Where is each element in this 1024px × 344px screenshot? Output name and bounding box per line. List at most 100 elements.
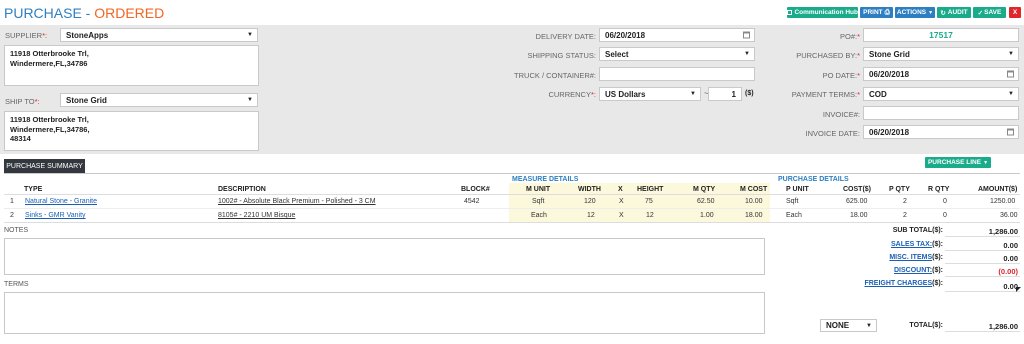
freight-row: FREIGHT CHARGES($): (864, 280, 943, 287)
row-divider (4, 208, 1020, 209)
p-unit: Sqft (786, 198, 799, 205)
header-divider (4, 194, 1020, 195)
sub-total-label: SUB TOTAL($): (892, 227, 943, 234)
ship-to-select[interactable]: Stone Grid ▼ (60, 93, 258, 107)
purchase-line-label: PURCHASE LINE (927, 159, 982, 166)
col-block: BLOCK# (461, 186, 490, 193)
audit-button[interactable]: ↻ AUDIT (937, 7, 971, 18)
terms-textarea[interactable] (4, 292, 765, 334)
discount-value: (0.00) (945, 267, 1020, 277)
supplier-address[interactable]: 11918 Otterbrooke Trl, Windermere,FL,347… (4, 45, 259, 86)
invoice-date-label: INVOICE DATE: (805, 129, 860, 138)
purchase-line-button[interactable]: PURCHASE LINE ▼ (925, 157, 991, 168)
ship-to-address[interactable]: 11918 Otterbrooke Trl, Windermere,FL,347… (4, 111, 259, 151)
sub-total-value: 1,286.00 (945, 227, 1020, 237)
calendar-icon (1007, 128, 1014, 136)
po-date-input[interactable]: 06/20/2018 (863, 67, 1019, 81)
sales-tax-link[interactable]: SALES TAX: (891, 241, 932, 248)
save-button[interactable]: ✓ SAVE (973, 7, 1006, 18)
row-number: 1 (10, 198, 14, 205)
print-button[interactable]: PRINT ⎙ (860, 7, 893, 18)
r-qty: 0 (943, 212, 947, 219)
payment-terms-select[interactable]: COD ▼ (863, 87, 1019, 101)
communication-hub-button[interactable]: Communication Hub (787, 7, 858, 18)
purchase-summary-tab[interactable]: PURCHASE SUMMARY (4, 159, 85, 173)
x-separator: X (619, 198, 624, 205)
ship-to-label: SHIP TO*: (5, 97, 40, 106)
invoice-date-input[interactable]: 06/20/2018 (863, 125, 1019, 139)
shipping-status-label: SHIPPING STATUS: (527, 51, 596, 60)
amount-value: 36.00 (1000, 212, 1018, 219)
item-description-link[interactable]: 8105# - 2210 UM Bisque (218, 212, 295, 219)
calendar-icon (1007, 70, 1014, 78)
exchange-rate-input[interactable]: 1 (708, 87, 742, 101)
shipping-status-select[interactable]: Select ▼ (599, 47, 755, 61)
sales-tax-value: 0.00 (945, 241, 1020, 251)
p-qty: 2 (903, 212, 907, 219)
item-type-link[interactable]: Natural Stone - Granite (25, 198, 97, 205)
x-separator: X (619, 212, 624, 219)
chevron-down-icon: ▼ (744, 51, 750, 57)
m-unit: Each (531, 212, 547, 219)
col-type: TYPE (24, 186, 43, 193)
page-title: PURCHASE - ORDERED (4, 5, 164, 21)
misc-items-value: 0.00 (945, 254, 1020, 264)
supplier-label: SUPPLIER*: (5, 31, 48, 40)
discount-link[interactable]: DISCOUNT: (894, 267, 932, 274)
cost-value: 18.00 (850, 212, 868, 219)
p-unit: Each (786, 212, 802, 219)
truck-container-input[interactable] (599, 67, 755, 81)
r-qty: 0 (943, 198, 947, 205)
discount-row: DISCOUNT:($): (893, 267, 943, 274)
audit-label: AUDIT (947, 9, 968, 16)
measure-details-title: MEASURE DETAILS (512, 176, 579, 183)
col-cost: COST($) (843, 186, 871, 193)
col-description: DESCRIPTION (218, 186, 266, 193)
summary-divider (4, 173, 1020, 174)
total-type-select[interactable]: NONE ▼ (820, 319, 877, 332)
purchase-summary-label: PURCHASE SUMMARY (6, 162, 83, 170)
caret-down-icon: ▼ (928, 9, 934, 16)
delivery-date-input[interactable]: 06/20/2018 (599, 28, 755, 42)
amount-value: 1250.00 (990, 198, 1016, 205)
misc-items-link[interactable]: MISC. ITEMS (889, 254, 932, 261)
invoice-number-input[interactable] (863, 106, 1019, 120)
chevron-down-icon: ▼ (1008, 91, 1014, 97)
close-button[interactable]: X (1009, 7, 1021, 18)
m-unit: Sqft (532, 198, 545, 205)
supplier-select[interactable]: StoneApps ▼ (60, 28, 258, 42)
save-label: SAVE (984, 9, 1002, 16)
freight-charges-link[interactable]: FREIGHT CHARGES (864, 280, 932, 287)
currency-select[interactable]: US Dollars ▼ (599, 87, 701, 101)
col-m-qty: M QTY (693, 186, 716, 193)
order-status: ORDERED (94, 5, 165, 21)
col-x: X (618, 186, 623, 193)
p-qty: 2 (903, 198, 907, 205)
mouse-cursor-icon (1016, 287, 1021, 292)
close-icon: X (1012, 9, 1018, 16)
po-date-label: PO DATE:* (822, 71, 860, 80)
print-label: PRINT (863, 9, 883, 16)
printer-icon: ⎙ (884, 8, 890, 16)
height-value: 75 (645, 198, 653, 205)
m-cost: 18.00 (745, 212, 763, 219)
po-number-input[interactable]: 17517 (863, 28, 1019, 42)
check-icon: ✓ (977, 9, 984, 17)
item-description-link[interactable]: 1002# - Absolute Black Premium - Polishe… (218, 198, 376, 205)
page-title-prefix: PURCHASE - (4, 5, 95, 21)
calendar-icon (743, 31, 750, 39)
envelope-icon (787, 10, 793, 15)
terms-label: TERMS (4, 281, 29, 288)
currency-label: CURRENCY*: (548, 90, 596, 99)
payment-terms-label: PAYMENT TERMS:* (791, 90, 860, 99)
freight-value: 0.00 (945, 282, 1020, 292)
actions-button[interactable]: ACTIONS ▼ (895, 7, 935, 18)
caret-down-icon: ▼ (983, 159, 989, 166)
notes-textarea[interactable] (4, 238, 765, 275)
col-p-qty: P QTY (889, 186, 910, 193)
cost-value: 625.00 (846, 198, 868, 205)
item-type-link[interactable]: Sinks - GMR Vanity (25, 212, 86, 219)
history-icon: ↻ (940, 9, 946, 17)
purchased-by-select[interactable]: Stone Grid ▼ (863, 47, 1019, 61)
purchase-details-title: PURCHASE DETAILS (778, 176, 849, 183)
